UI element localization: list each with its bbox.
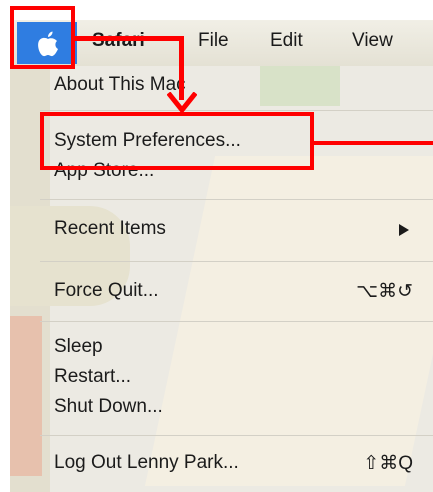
menu-separator [40,321,433,322]
annotation-box-apple [10,6,75,69]
menu-item-shut-down[interactable]: Shut Down... [54,396,163,418]
menu-edit[interactable]: Edit [270,30,303,52]
submenu-arrow-icon [399,224,409,236]
desktop-background [260,66,340,106]
menu-file[interactable]: File [198,30,229,52]
menu-item-sleep[interactable]: Sleep [54,336,103,358]
menu-item-about-this-mac[interactable]: About This Mac [54,74,186,96]
menu-separator [40,435,433,436]
annotation-line [314,141,433,145]
annotation-line [72,36,184,41]
menu-item-log-out[interactable]: Log Out Lenny Park... [54,452,239,474]
desktop-background [10,316,42,476]
menu-safari[interactable]: Safari [92,30,145,52]
log-out-shortcut: ⇧⌘Q [363,453,413,474]
menu-separator [40,110,433,111]
force-quit-shortcut: ⌥⌘↺ [356,281,413,302]
menu-separator [40,199,433,200]
screenshot-stage: Safari File Edit View About This Mac Sys… [0,0,433,492]
menu-separator [40,261,433,262]
menu-item-restart[interactable]: Restart... [54,366,131,388]
menu-view[interactable]: View [352,30,393,52]
annotation-line [179,36,184,100]
menu-item-recent-items[interactable]: Recent Items [54,218,166,240]
annotation-box-system-preferences [40,112,314,170]
annotation-arrow-icon [167,92,197,114]
menu-item-force-quit[interactable]: Force Quit... [54,280,159,302]
